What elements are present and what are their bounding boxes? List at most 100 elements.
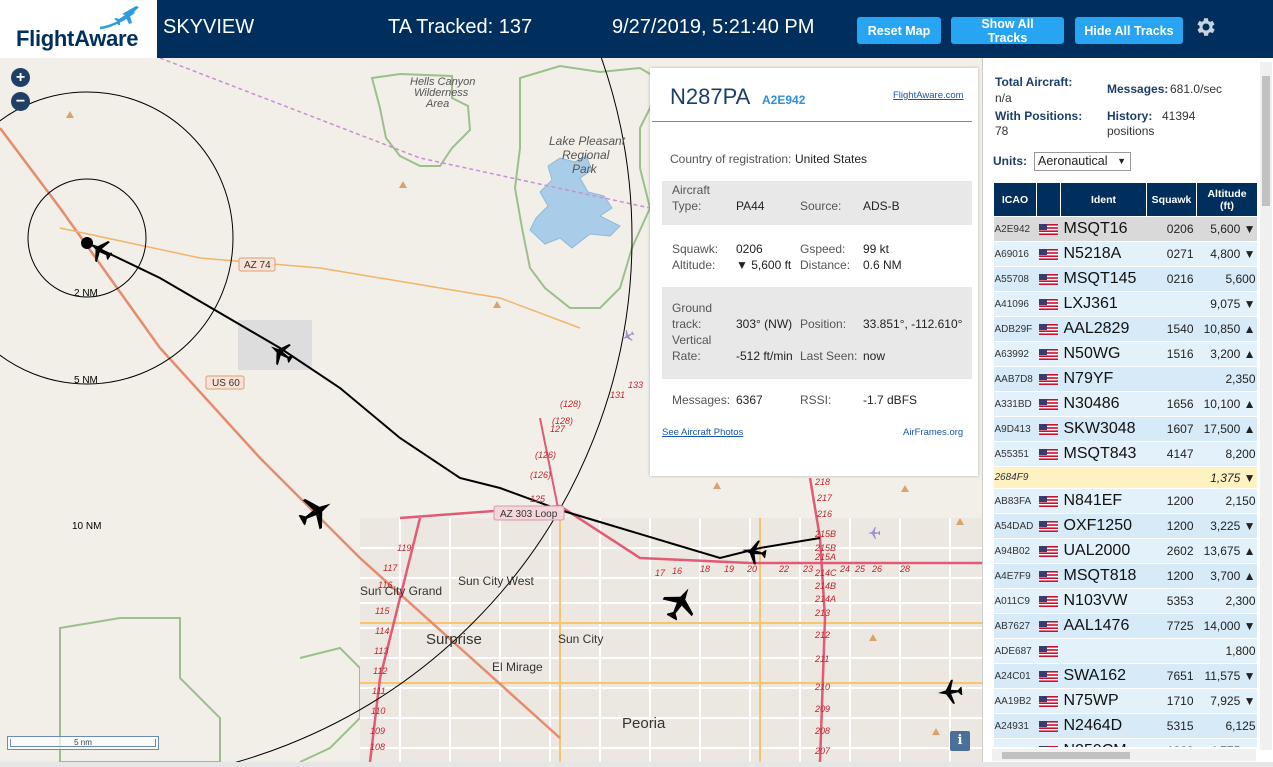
table-row[interactable]: ADB29F AAL2829 1540 10,850 ▲: [993, 316, 1257, 342]
table-row[interactable]: A55351 MSQT843 4147 8,200: [993, 441, 1257, 467]
map-attribution-info-button[interactable]: i: [950, 731, 970, 751]
exit-label: 26: [871, 564, 882, 574]
table-row[interactable]: A24C01 SWA162 7651 11,575 ▼: [993, 663, 1257, 689]
aircraft-table[interactable]: ICAO Ident Squawk Altitude (ft) A2E942 MSQ…: [993, 182, 1257, 747]
column-header-squawk[interactable]: Squawk: [1146, 182, 1197, 217]
us-flag-icon: [1039, 494, 1058, 508]
messages-value: 6367: [736, 393, 763, 407]
cell-squawk: [1146, 466, 1197, 489]
cell-altitude: 14,000 ▼: [1196, 613, 1257, 639]
reset-map-button[interactable]: Reset Map: [857, 17, 941, 44]
position-label: Position:: [800, 317, 847, 331]
column-header-icao[interactable]: ICAO: [993, 182, 1037, 217]
exit-label: 208: [814, 726, 830, 736]
table-row[interactable]: A54DAD OXF1250 1200 3,225 ▼: [993, 513, 1257, 539]
gear-icon[interactable]: [1193, 15, 1217, 39]
vertical-rate-label-1: Vertical: [672, 333, 712, 347]
ring-label-10nm: 10 NM: [72, 521, 101, 532]
cell-flag: [1036, 563, 1061, 589]
cell-altitude: 4,800 ▼: [1196, 241, 1257, 267]
cell-ident: N841EF: [1060, 488, 1147, 514]
cell-icao: A011C9: [993, 588, 1037, 614]
table-row[interactable]: A9D413 SKW3048 1607 17,500 ▲: [993, 416, 1257, 442]
cell-icao: ADB29F: [993, 316, 1037, 342]
table-row[interactable]: A37085 N259CM10604,775 ▼: [993, 738, 1257, 747]
cell-altitude: 5,600: [1196, 266, 1257, 292]
scrollbar-thumb[interactable]: [1002, 752, 1130, 759]
column-header-ident[interactable]: Ident: [1060, 182, 1147, 217]
zoom-in-button[interactable]: +: [11, 68, 30, 87]
cell-flag: [1036, 341, 1061, 367]
table-row[interactable]: A331BD N30486 1656 10,100 ▲: [993, 391, 1257, 417]
cell-flag: [1036, 441, 1061, 467]
cell-flag: [1036, 391, 1061, 417]
selected-hex-link[interactable]: A2E942: [762, 93, 805, 107]
table-row[interactable]: A41096 LXJ361 9,075 ▼: [993, 291, 1257, 317]
flightaware-logo[interactable]: FlightAware: [0, 0, 157, 58]
cell-icao: A55708: [993, 266, 1037, 292]
cell-ident: SWA162: [1060, 663, 1147, 689]
altitude-header-line1: Altitude: [1207, 187, 1247, 200]
show-all-tracks-button[interactable]: Show All Tracks: [951, 17, 1064, 45]
flightaware-link[interactable]: FlightAware.com: [893, 90, 964, 101]
cell-ident: MSQT16: [1060, 216, 1147, 242]
table-row[interactable]: A011C9 N103VW 5353 2,300: [993, 588, 1257, 614]
hide-all-tracks-button[interactable]: Hide All Tracks: [1075, 17, 1183, 44]
cell-flag: [1036, 416, 1061, 442]
history-value: 41394: [1162, 109, 1196, 123]
sidebar: Total Aircraft: n/a Messages: 681.0/sec …: [982, 58, 1273, 762]
us-flag-icon: [1039, 322, 1058, 336]
selected-aircraft-panel: N287PA A2E942 FlightAware.com Country of…: [650, 68, 978, 476]
table-row[interactable]: A94B02 UAL2000 2602 13,675 ▲: [993, 538, 1257, 564]
table-row[interactable]: A55708 MSQT145 0216 5,600: [993, 266, 1257, 292]
exit-label: 108: [370, 742, 385, 752]
cell-flag: [1036, 513, 1061, 539]
cell-flag: [1036, 638, 1061, 664]
country-label: Country of registration:: [670, 152, 792, 166]
exit-label: 22: [778, 564, 789, 574]
column-header-altitude[interactable]: Altitude (ft): [1196, 182, 1257, 217]
exit-label: 131: [610, 390, 625, 400]
label-peoria: Peoria: [622, 715, 666, 732]
column-header-flag[interactable]: [1036, 182, 1061, 217]
cell-flag: [1036, 366, 1061, 392]
sidebar-vertical-scrollbar[interactable]: [1260, 62, 1272, 750]
zoom-out-button[interactable]: −: [11, 92, 30, 111]
table-row[interactable]: A63992 N50WG 1516 3,200 ▲: [993, 341, 1257, 367]
country-row: Country of registration: United States: [662, 152, 972, 168]
messages-rate-value: 681.0/sec: [1170, 82, 1223, 96]
table-horizontal-scrollbar[interactable]: [992, 749, 1256, 761]
messages-rate-label: Messages:: [1107, 82, 1169, 96]
with-positions-value: 78: [995, 124, 1009, 138]
history-unit: positions: [1107, 124, 1155, 138]
exit-label: 211: [814, 654, 829, 664]
cell-icao: A24C01: [993, 663, 1037, 689]
cell-icao: A94B02: [993, 538, 1037, 564]
table-row[interactable]: AA19B2 N75WP 1710 7,925 ▼: [993, 688, 1257, 714]
table-row[interactable]: AB83FA N841EF 1200 2,150: [993, 488, 1257, 514]
scrollbar-thumb[interactable]: [1262, 76, 1270, 206]
cell-squawk: 1200: [1146, 488, 1197, 514]
table-row[interactable]: AB7627 AAL1476 7725 14,000 ▼: [993, 613, 1257, 639]
cell-squawk: 0206: [1146, 216, 1197, 242]
table-row[interactable]: 2684F9 1,375 ▼: [993, 466, 1257, 489]
table-row[interactable]: A69016 N5218A 0271 4,800 ▼: [993, 241, 1257, 267]
table-row[interactable]: A4E7F9 MSQT818 1200 3,700 ▲: [993, 563, 1257, 589]
ground-track-value: 303° (NW): [736, 317, 793, 331]
exit-label: 25: [854, 564, 866, 574]
us-flag-icon: [1039, 644, 1058, 658]
rssi-label: RSSI:: [800, 393, 832, 407]
squawk-label: Squawk:: [672, 242, 719, 256]
airframes-link[interactable]: AirFrames.org: [903, 427, 963, 438]
units-select[interactable]: Aeronautical ▼: [1034, 152, 1131, 171]
table-row[interactable]: A24931 N2464D 5315 6,125: [993, 713, 1257, 739]
see-aircraft-photos-link[interactable]: See Aircraft Photos: [662, 427, 743, 438]
selected-callsign: N287PA: [670, 84, 751, 109]
us-flag-icon: [1039, 669, 1058, 683]
table-row[interactable]: AAB7D8 N79YF 2,350: [993, 366, 1257, 392]
cell-altitude: 10,850 ▲: [1196, 316, 1257, 342]
table-row[interactable]: ADE687 1,800: [993, 638, 1257, 664]
table-row[interactable]: A2E942 MSQT16 0206 5,600 ▼: [993, 216, 1257, 242]
cell-squawk: 1607: [1146, 416, 1197, 442]
cell-ident: SKW3048: [1060, 416, 1147, 442]
